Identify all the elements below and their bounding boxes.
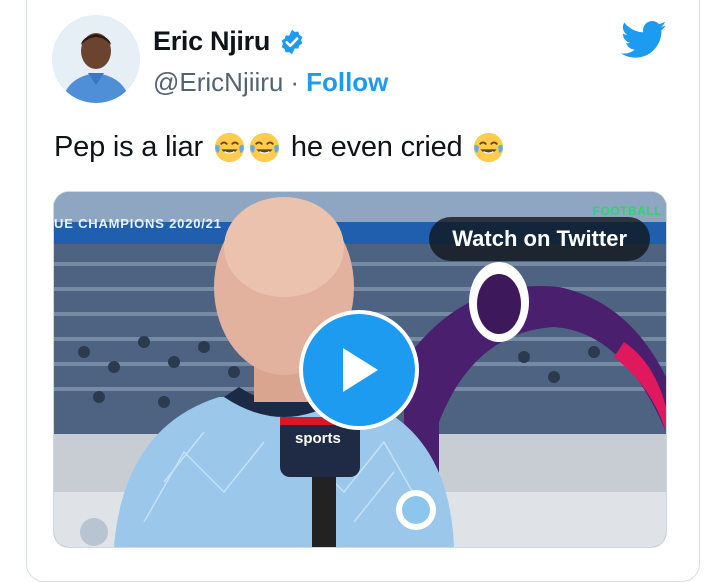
- author-avatar[interactable]: [52, 15, 140, 103]
- tweet-text-part1: Pep is a liar: [54, 131, 203, 163]
- football-tag: FOOTBALL: [592, 204, 662, 218]
- banner-text: UE CHAMPIONS 2020/21: [54, 216, 222, 231]
- author-handle[interactable]: @EricNjiiru: [153, 67, 283, 98]
- watch-on-twitter-button[interactable]: Watch on Twitter: [429, 217, 650, 261]
- verified-badge-icon: [281, 29, 303, 54]
- twitter-bird-icon[interactable]: [621, 20, 667, 60]
- author-name[interactable]: Eric Njiru: [153, 26, 270, 57]
- follow-button[interactable]: Follow: [306, 67, 388, 98]
- author-handle-row: @EricNjiiru · Follow: [153, 67, 388, 98]
- play-icon: [343, 348, 378, 392]
- play-button[interactable]: [299, 310, 419, 430]
- face-with-tears-of-joy-icon: [249, 132, 280, 163]
- separator-dot: ·: [290, 67, 300, 97]
- face-with-tears-of-joy-icon: [474, 132, 504, 163]
- tweet-text: Pep is a liar he even cried: [54, 131, 506, 164]
- author-name-row: Eric Njiru: [153, 26, 306, 57]
- tweet-text-part2: he even cried: [290, 131, 463, 163]
- video-player[interactable]: UE CHAMPIONS 2020/21 FOOTBALL sports Wat…: [53, 191, 667, 548]
- mic-brand-text: sports: [295, 430, 341, 447]
- face-with-tears-of-joy-icon: [214, 132, 245, 163]
